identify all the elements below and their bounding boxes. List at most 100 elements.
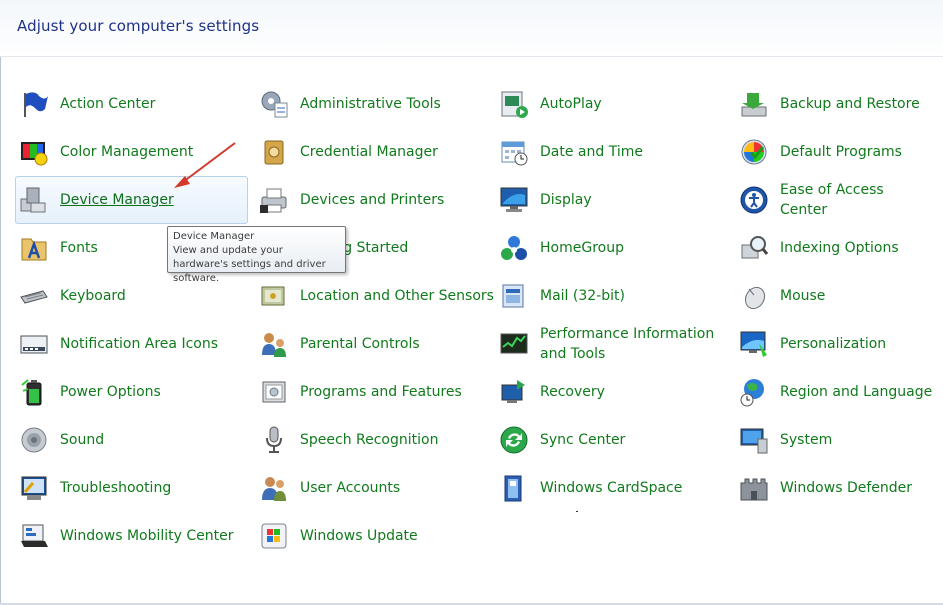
cp-item-label: Windows Defender <box>780 480 913 496</box>
cp-item-troubleshooting[interactable]: Troubleshooting <box>15 464 255 512</box>
cp-item-label: Keyboard <box>60 288 126 304</box>
cp-item-region-and-language[interactable]: Region and Language <box>735 368 935 416</box>
homegroup-icon <box>498 232 530 264</box>
speaker-icon <box>18 424 50 456</box>
cp-item-color-management[interactable]: Color Management <box>15 128 255 176</box>
cp-item-label: Location and Other Sensors <box>300 288 494 304</box>
cp-item-devices-and-printers[interactable]: Devices and Printers <box>255 176 495 224</box>
empty-cell <box>735 512 935 560</box>
fonts-folder-icon <box>18 232 50 264</box>
cp-item-label: Windows Mobility Center <box>60 528 234 544</box>
control-panel-items-grid: Action Center Administrative Tools AutoPla… <box>15 80 935 560</box>
cp-item-label: System <box>780 432 833 448</box>
cp-item-label: Speech Recognition <box>300 432 439 448</box>
cp-item-label: Default Programs <box>780 144 902 160</box>
cp-item-label: Color Management <box>60 144 194 160</box>
cp-item-credential-manager[interactable]: Credential Manager <box>255 128 495 176</box>
cp-item-date-and-time[interactable]: Date and Time <box>495 128 735 176</box>
cp-item-label: User Accounts <box>300 480 401 496</box>
cp-item-power-options[interactable]: Power Options <box>15 368 255 416</box>
cp-item-label: Troubleshooting <box>60 480 172 496</box>
device-manager-tooltip: Device Manager View and update your hard… <box>167 226 346 284</box>
cp-item-label: Notification Area Icons <box>60 336 219 352</box>
cp-item-system[interactable]: System <box>735 416 935 464</box>
sync-icon <box>498 424 530 456</box>
cp-item-label: Sound <box>60 432 105 448</box>
cp-item-label: Windows Update <box>300 528 418 544</box>
cp-item-mouse[interactable]: Mouse <box>735 272 935 320</box>
cp-item-label: Action Center <box>60 96 156 112</box>
cp-item-administrative-tools[interactable]: Administrative Tools <box>255 80 495 128</box>
printer-icon <box>258 184 290 216</box>
cp-item-personalization[interactable]: Personalization <box>735 320 935 368</box>
cp-item-sync-center[interactable]: Sync Center <box>495 416 735 464</box>
cp-item-user-accounts[interactable]: User Accounts <box>255 464 495 512</box>
cp-item-windows-defender[interactable]: Windows Defender <box>735 464 935 512</box>
windows-update-icon <box>258 520 290 552</box>
cp-item-label: Sync Center <box>540 432 626 448</box>
cp-item-label: AutoPlay <box>540 96 602 112</box>
cp-item-action-center[interactable]: Action Center <box>15 80 255 128</box>
cp-item-display[interactable]: Display <box>495 176 735 224</box>
cp-item-label: Devices and Printers <box>300 192 445 208</box>
cp-item-label: HomeGroup <box>540 240 624 256</box>
cp-item-label: Recovery <box>540 384 605 400</box>
personalization-icon <box>738 328 770 360</box>
cp-item-label: Programs and Features <box>300 384 462 400</box>
cp-item-label: Date and Time <box>540 144 643 160</box>
defender-castle-icon <box>738 472 770 504</box>
notification-area-icon <box>18 328 50 360</box>
cp-item-autoplay[interactable]: AutoPlay <box>495 80 735 128</box>
cp-item-device-manager[interactable]: Device Manager <box>15 176 248 224</box>
color-management-icon <box>18 136 50 168</box>
page-title: Adjust your computer's settings <box>17 17 260 35</box>
battery-icon <box>18 376 50 408</box>
cp-item-ease-of-access-center[interactable]: Ease of Access Center <box>735 176 935 224</box>
credential-vault-icon <box>258 136 290 168</box>
cardspace-icon <box>498 472 530 504</box>
device-manager-icon <box>18 184 50 216</box>
cp-item-notification-area-icons[interactable]: Notification Area Icons <box>15 320 255 368</box>
cp-item-homegroup[interactable]: HomeGroup <box>495 224 735 272</box>
microphone-icon <box>258 424 290 456</box>
mail-icon <box>498 280 530 312</box>
cp-item-default-programs[interactable]: Default Programs <box>735 128 935 176</box>
tooltip-description: View and update your hardware's settings… <box>173 245 326 284</box>
cp-item-backup-and-restore[interactable]: Backup and Restore <box>735 80 935 128</box>
cp-item-label: Windows CardSpace <box>540 480 683 496</box>
cp-item-windows-mobility-center[interactable]: Windows Mobility Center <box>15 512 255 560</box>
window-left-border <box>0 0 1 605</box>
cp-item-parental-controls[interactable]: Parental Controls <box>255 320 495 368</box>
cp-item-mail-32-bit[interactable]: Mail (32-bit) <box>495 272 735 320</box>
cp-item-label: Credential Manager <box>300 144 438 160</box>
cp-item-label: Parental Controls <box>300 336 420 352</box>
empty-cell <box>495 512 735 560</box>
cp-item-label: Power Options <box>60 384 161 400</box>
cp-item-label: Performance Information and Tools <box>540 326 715 362</box>
cp-item-label: Region and Language <box>780 384 933 400</box>
autoplay-icon <box>498 88 530 120</box>
cp-item-label: Display <box>540 192 592 208</box>
mobility-center-icon <box>18 520 50 552</box>
cp-item-indexing-options[interactable]: Indexing Options <box>735 224 935 272</box>
programs-features-icon <box>258 376 290 408</box>
cp-item-recovery[interactable]: Recovery <box>495 368 735 416</box>
troubleshooting-icon <box>18 472 50 504</box>
cp-item-speech-recognition[interactable]: Speech Recognition <box>255 416 495 464</box>
globe-clock-icon <box>738 376 770 408</box>
cp-item-windows-cardspace[interactable]: Windows CardSpace <box>495 464 735 512</box>
cp-item-windows-update[interactable]: Windows Update <box>255 512 495 560</box>
stray-pixel <box>576 511 578 512</box>
mouse-icon <box>738 280 770 312</box>
keyboard-icon <box>18 280 50 312</box>
indexing-magnifier-icon <box>738 232 770 264</box>
cp-item-label: Mouse <box>780 288 826 304</box>
cp-item-performance-information-and-tools[interactable]: Performance Information and Tools <box>495 320 735 368</box>
cp-item-label: Indexing Options <box>780 240 899 256</box>
cp-item-label: Administrative Tools <box>300 96 441 112</box>
cp-item-programs-and-features[interactable]: Programs and Features <box>255 368 495 416</box>
cp-item-sound[interactable]: Sound <box>15 416 255 464</box>
cp-item-label: Backup and Restore <box>780 96 920 112</box>
cp-item-label: Personalization <box>780 336 887 352</box>
flag-icon <box>18 88 50 120</box>
